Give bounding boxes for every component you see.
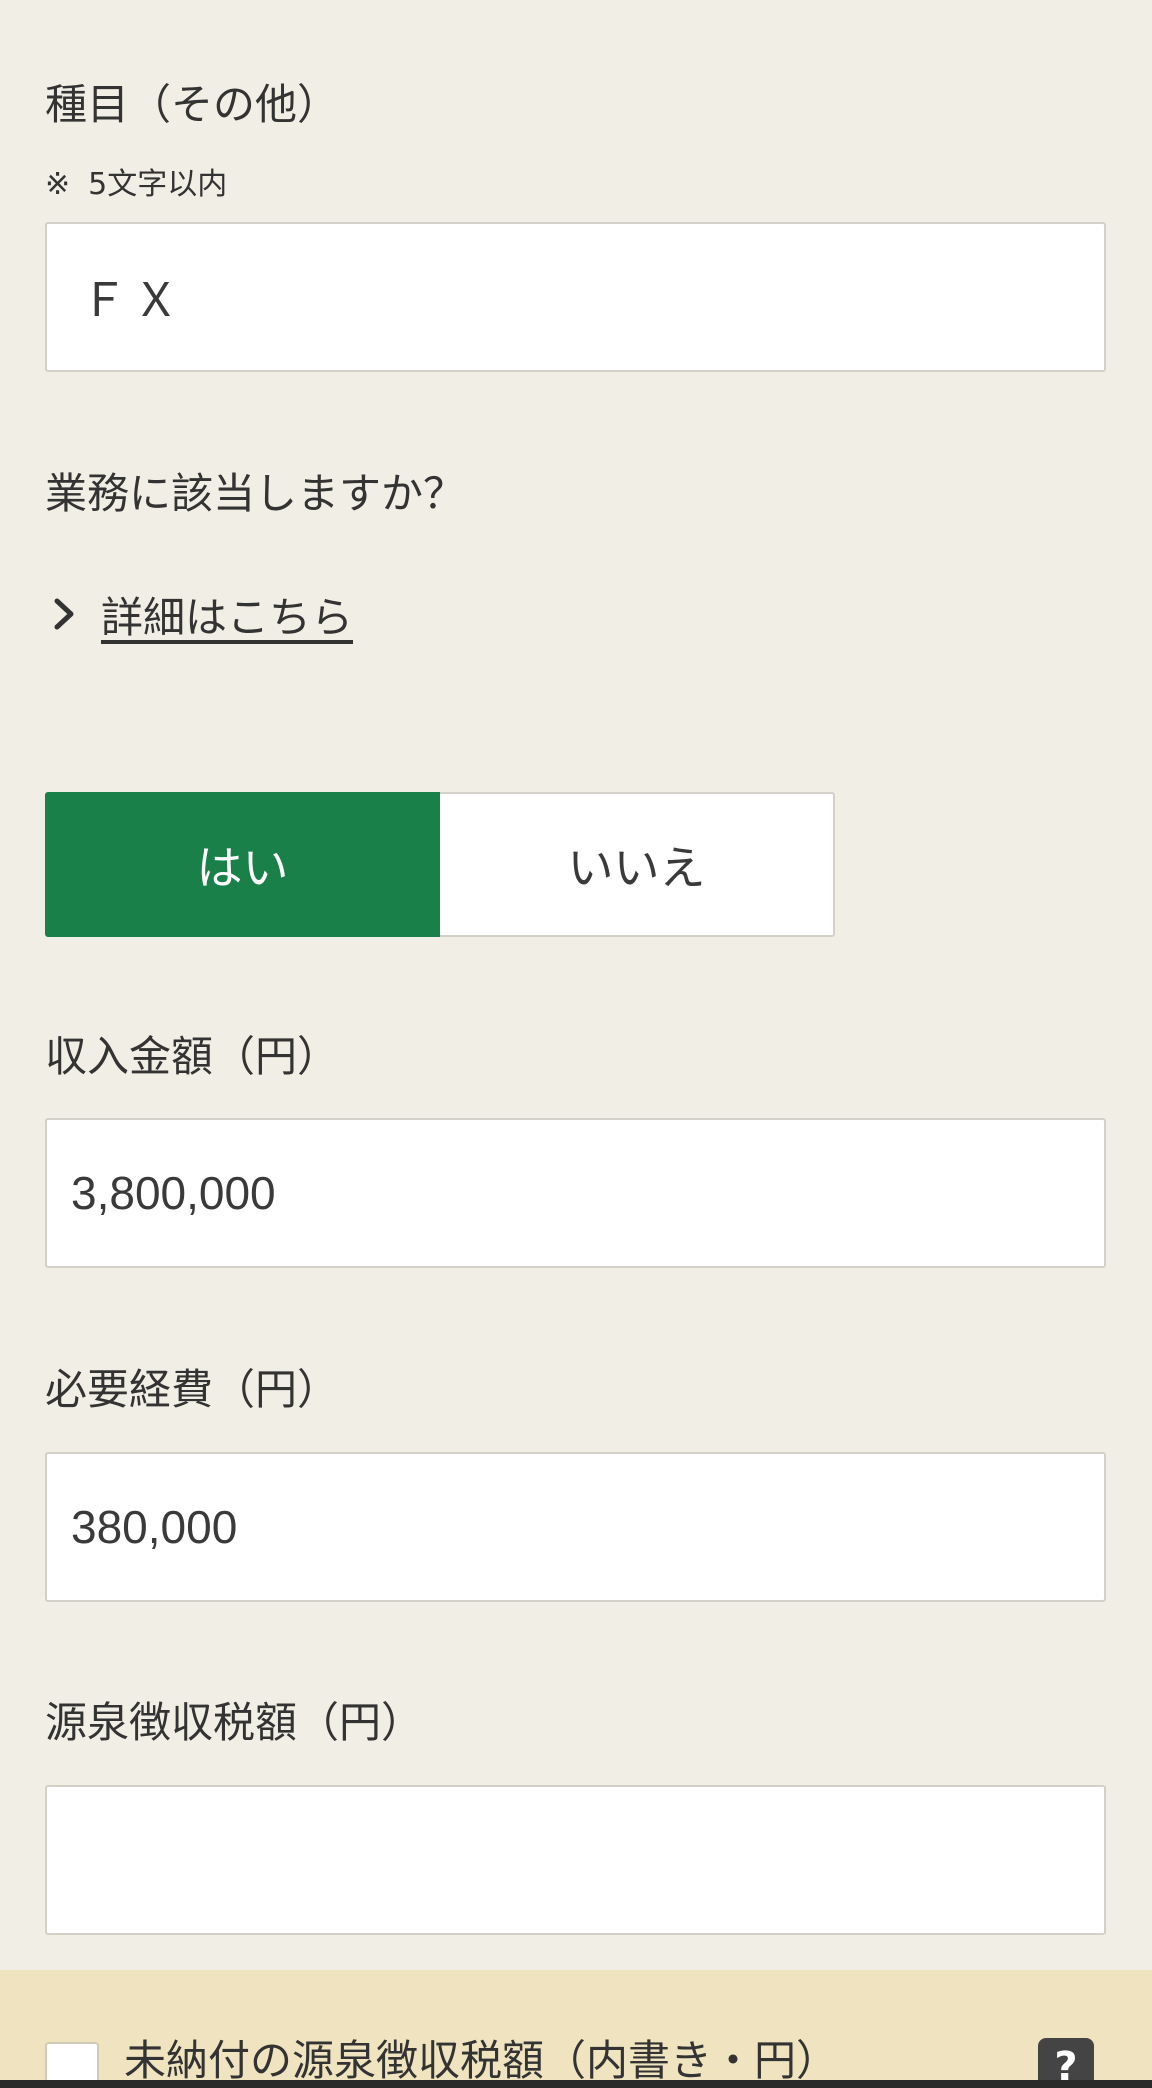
business-question-label: 業務に該当しますか？ — [45, 469, 466, 518]
category-label: 種目（その他） — [45, 80, 340, 129]
chevron-right-icon — [54, 598, 74, 630]
category-note: ※ 5文字以内 — [45, 170, 227, 200]
yes-button[interactable]: はい — [45, 792, 440, 937]
no-button[interactable]: いいえ — [440, 792, 835, 937]
withholding-label: 源泉徴収税額（円） — [45, 1698, 424, 1747]
note-mark: ※ — [45, 167, 71, 202]
income-label: 収入金額（円） — [45, 1032, 340, 1081]
detail-link[interactable]: 詳細はこちら — [45, 586, 353, 642]
withholding-input[interactable] — [45, 1785, 1106, 1935]
unpaid-withholding-section: 未納付の源泉徴収税額（内書き・円） ? — [0, 1970, 1152, 2088]
expenses-input[interactable] — [45, 1452, 1106, 1602]
expenses-label: 必要経費（円） — [45, 1365, 340, 1414]
business-toggle: はい いいえ — [45, 792, 835, 937]
note-text: 5文字以内 — [88, 167, 228, 202]
income-input[interactable] — [45, 1118, 1106, 1268]
screen-bottom-edge — [0, 2080, 1152, 2088]
unpaid-withholding-label: 未納付の源泉徴収税額（内書き・円） — [124, 2036, 839, 2085]
category-input[interactable] — [45, 222, 1106, 372]
detail-link-text: 詳細はこちら — [101, 592, 354, 642]
